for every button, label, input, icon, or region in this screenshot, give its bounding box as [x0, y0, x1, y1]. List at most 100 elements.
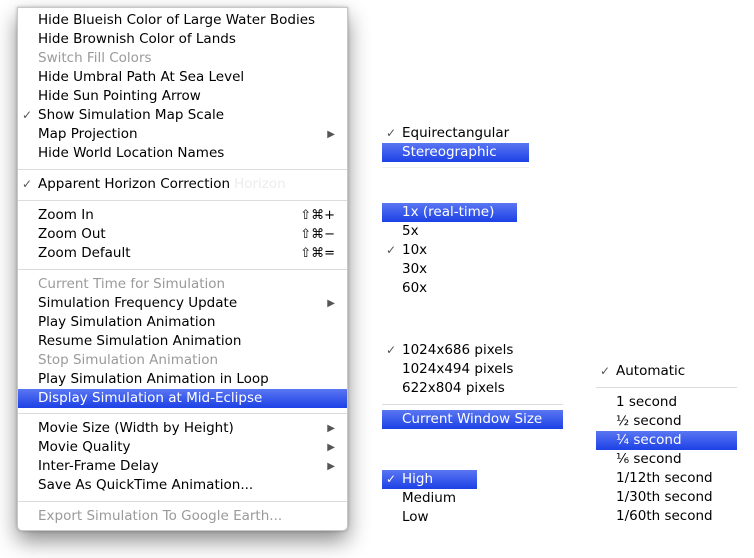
menu-item-label: Zoom In [38, 207, 94, 223]
menu-item-label: Export Simulation To Google Earth... [38, 508, 283, 524]
menu-item-label: Hide World Location Names [38, 145, 225, 161]
menu-item-label: Resume Simulation Animation [38, 333, 242, 349]
checkmark-icon: ✓ [386, 126, 397, 140]
menu-item-play-loop[interactable]: Play Simulation Animation in Loop [18, 370, 347, 389]
submenu-item-sixtieth-second[interactable]: 1/60th second [596, 507, 737, 526]
submenu-item-1024x686[interactable]: ✓ 1024x686 pixels [382, 341, 563, 360]
menu-item-label: Hide Brownish Color of Lands [38, 31, 236, 47]
menu-item-movie-quality[interactable]: Movie Quality ▶ [18, 438, 347, 457]
shortcut-label: ⇧⌘− [300, 227, 335, 242]
menu-item-label: Display Simulation at Mid-Eclipse [38, 390, 263, 406]
ghost-text: Horizon [234, 176, 286, 192]
menu-separator [18, 269, 347, 270]
menu-item-map-projection[interactable]: Map Projection ▶ [18, 125, 347, 144]
menu-item-label: 1/60th second [616, 508, 713, 524]
submenu-item-medium[interactable]: Medium [382, 489, 477, 508]
submenu-arrow-icon: ▶ [327, 129, 335, 140]
submenu-item-30x[interactable]: 30x [382, 260, 517, 279]
submenu-item-1x[interactable]: 1x (real-time) [382, 203, 517, 222]
menu-item-label: Play Simulation Animation [38, 314, 216, 330]
menu-item-label: 1024x686 pixels [402, 342, 514, 358]
menu-item-label: ¼ second [616, 432, 682, 448]
menu-item-label: 5x [402, 223, 419, 239]
menu-item-label: 30x [402, 261, 428, 277]
submenu-item-1024x494[interactable]: 1024x494 pixels [382, 360, 563, 379]
submenu-item-stereographic[interactable]: Stereographic [382, 143, 529, 162]
menu-item-label: Stop Simulation Animation [38, 352, 219, 368]
submenu-item-equirectangular[interactable]: ✓ Equirectangular [382, 124, 529, 143]
menu-item-label: 1x (real-time) [402, 204, 495, 220]
menu-item-label: Map Projection [38, 126, 138, 142]
submenu-item-current-window-size[interactable]: Current Window Size [382, 410, 563, 429]
menu-item-label: Show Simulation Map Scale [38, 107, 225, 123]
menu-item-label: Zoom Out [38, 226, 106, 242]
menu-item-frame-delay[interactable]: Inter-Frame Delay ▶ [18, 457, 347, 476]
menu-item-horizon-correction[interactable]: ✓ Apparent Horizon Correction Horizon [18, 175, 347, 194]
submenu-item-twelfth-second[interactable]: 1/12th second [596, 469, 737, 488]
menu-item-label: Hide Blueish Color of Large Water Bodies [38, 12, 316, 28]
menu-item-label: Switch Fill Colors [38, 50, 152, 66]
menu-item-zoom-default[interactable]: Zoom Default ⇧⌘= [18, 244, 347, 263]
submenu-item-5x[interactable]: 5x [382, 222, 517, 241]
submenu-item-high[interactable]: ✓ High [382, 470, 477, 489]
menu-item-switch-fill-colors: Switch Fill Colors [18, 49, 347, 68]
menu-item-export-google-earth: Export Simulation To Google Earth... [18, 507, 347, 526]
submenu-arrow-icon: ▶ [327, 298, 335, 309]
submenu-edge [382, 167, 529, 168]
menu-item-label: 10x [402, 242, 428, 258]
submenu-item-thirtieth-second[interactable]: 1/30th second [596, 488, 737, 507]
menu-item-label: ⅙ second [616, 451, 682, 467]
menu-item-label: Low [402, 509, 429, 525]
menu-item-hide-umbral-path[interactable]: Hide Umbral Path At Sea Level [18, 68, 347, 87]
menu-item-label: 1024x494 pixels [402, 361, 514, 377]
checkmark-icon: ✓ [22, 108, 33, 122]
menu-item-hide-water-color[interactable]: Hide Blueish Color of Large Water Bodies [18, 11, 347, 30]
menu-item-label: 622x804 pixels [402, 380, 505, 396]
menu-item-label: 60x [402, 280, 428, 296]
submenu-item-half-second[interactable]: ½ second [596, 412, 737, 431]
submenu-arrow-icon: ▶ [327, 423, 335, 434]
menu-item-label: Movie Size (Width by Height) [38, 420, 234, 436]
menu-item-label: Play Simulation Animation in Loop [38, 371, 269, 387]
submenu-item-1-second[interactable]: 1 second [596, 393, 737, 412]
menu-item-label: Medium [402, 490, 456, 506]
submenu-item-automatic[interactable]: ✓ Automatic [596, 362, 737, 381]
menu-separator [18, 169, 347, 170]
menu-item-zoom-out[interactable]: Zoom Out ⇧⌘− [18, 225, 347, 244]
submenu-item-low[interactable]: Low [382, 508, 477, 527]
submenu-arrow-icon: ▶ [327, 461, 335, 472]
menu-item-hide-land-color[interactable]: Hide Brownish Color of Lands [18, 30, 347, 49]
menu-item-play-animation[interactable]: Play Simulation Animation [18, 313, 347, 332]
menu-item-hide-location-names[interactable]: Hide World Location Names [18, 144, 347, 163]
menu-item-show-map-scale[interactable]: ✓ Show Simulation Map Scale [18, 106, 347, 125]
menu-item-label: Movie Quality [38, 439, 131, 455]
menu-item-label: ½ second [616, 413, 682, 429]
menu-item-label: Current Time for Simulation [38, 276, 226, 292]
menu-item-label: Inter-Frame Delay [38, 458, 159, 474]
menu-item-label: Simulation Frequency Update [38, 295, 238, 311]
menu-item-label: Apparent Horizon Correction [38, 176, 231, 192]
submenu-item-622x804[interactable]: 622x804 pixels [382, 379, 563, 398]
menu-separator [596, 387, 737, 388]
menu-item-movie-size[interactable]: Movie Size (Width by Height) ▶ [18, 419, 347, 438]
menu-item-hide-sun-arrow[interactable]: Hide Sun Pointing Arrow [18, 87, 347, 106]
menu-item-current-time: Current Time for Simulation [18, 275, 347, 294]
menu-item-zoom-in[interactable]: Zoom In ⇧⌘+ [18, 206, 347, 225]
shortcut-label: ⇧⌘+ [300, 208, 335, 223]
submenu-item-sixth-second[interactable]: ⅙ second [596, 450, 737, 469]
checkmark-icon: ✓ [600, 364, 611, 378]
submenu-item-60x[interactable]: 60x [382, 279, 517, 298]
menu-item-stop-animation: Stop Simulation Animation [18, 351, 347, 370]
menu-item-label: Equirectangular [402, 125, 510, 141]
menu-item-label: High [402, 471, 434, 487]
submenu-item-quarter-second[interactable]: ¼ second [596, 431, 737, 450]
menu-item-label: Automatic [616, 363, 686, 379]
menu-item-resume-animation[interactable]: Resume Simulation Animation [18, 332, 347, 351]
menu-item-frequency-update[interactable]: Simulation Frequency Update ▶ [18, 294, 347, 313]
menu-item-mid-eclipse[interactable]: Display Simulation at Mid-Eclipse [18, 389, 347, 408]
menu-item-save-quicktime[interactable]: Save As QuickTime Animation... [18, 476, 347, 495]
menu-item-label: 1 second [616, 394, 678, 410]
menu-separator [18, 501, 347, 502]
checkmark-icon: ✓ [386, 472, 397, 486]
submenu-item-10x[interactable]: ✓ 10x [382, 241, 517, 260]
